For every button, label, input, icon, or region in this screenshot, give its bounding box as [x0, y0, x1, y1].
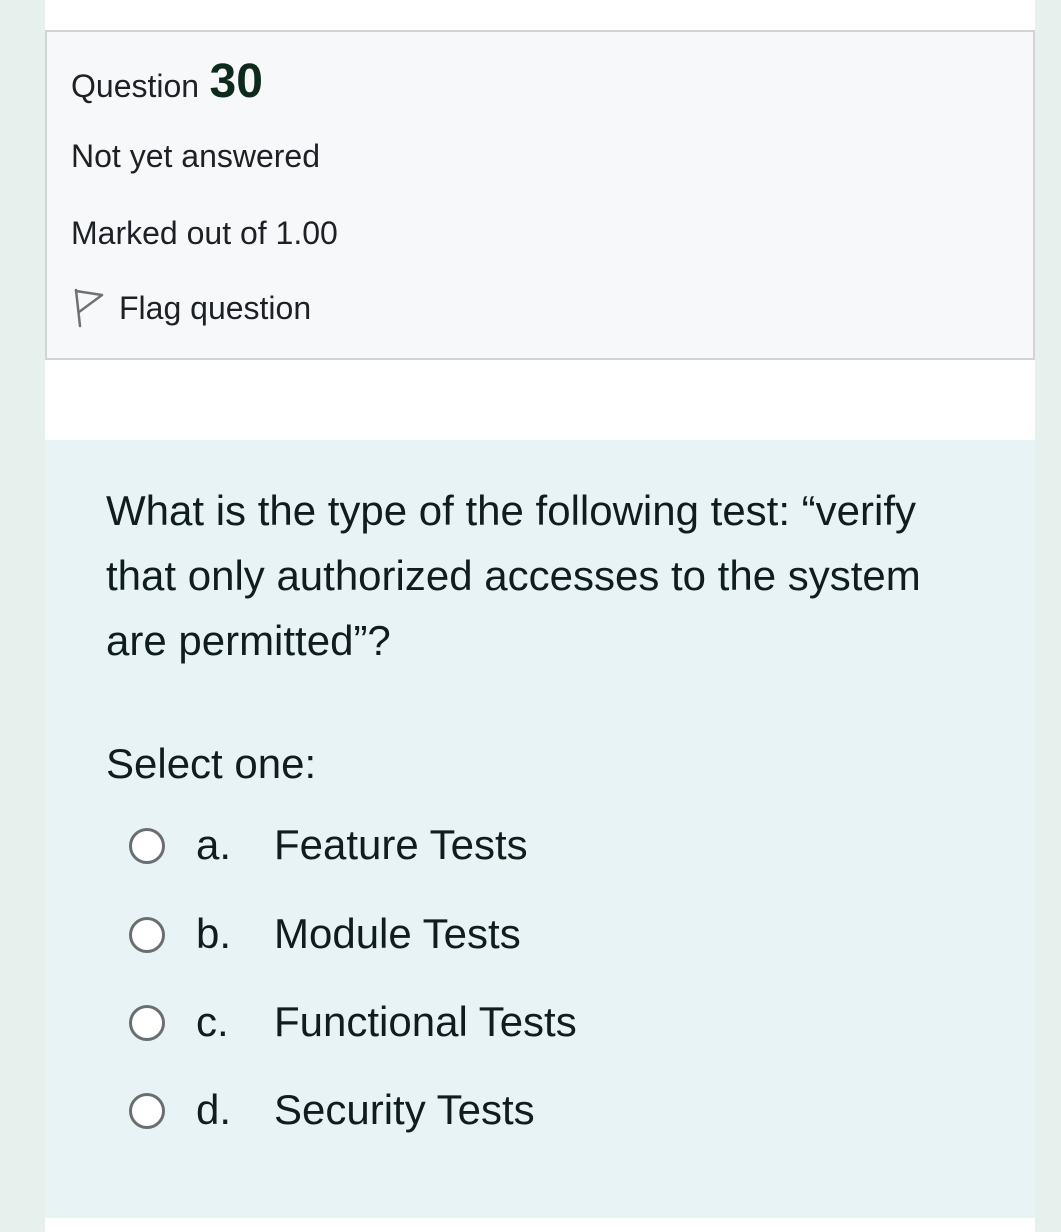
radio-button-a[interactable] — [129, 828, 165, 864]
flag-question-label: Flag question — [119, 289, 312, 326]
answer-letter-a: a. — [196, 821, 232, 868]
question-grade: Marked out of 1.00 — [71, 215, 338, 251]
radio-button-d[interactable] — [129, 1093, 165, 1129]
answer-letter-c: c. — [196, 998, 229, 1045]
select-one-prompt: Select one: — [106, 740, 317, 787]
flag-outline-icon — [71, 288, 105, 328]
answer-letter-b: b. — [196, 910, 232, 957]
question-info-panel: Question 30 Not yet answered Marked out … — [45, 30, 1035, 360]
question-text: What is the type of the following test: … — [106, 487, 921, 664]
question-state: Not yet answered — [71, 138, 321, 174]
answer-text-a[interactable]: Feature Tests — [274, 821, 528, 869]
answer-text-d[interactable]: Security Tests — [274, 1086, 535, 1134]
flag-question-link[interactable]: Flag question — [71, 288, 311, 328]
radio-button-b[interactable] — [129, 917, 165, 953]
answer-option-b[interactable]: b. Module Tests — [129, 910, 521, 957]
answer-letter-d: d. — [196, 1086, 232, 1133]
answer-option-d[interactable]: d. Security Tests — [129, 1086, 535, 1133]
answer-option-c[interactable]: c. Functional Tests — [129, 998, 577, 1045]
question-heading: Question 30 — [71, 54, 263, 109]
question-label: Question — [71, 68, 200, 104]
question-number: 30 — [209, 55, 263, 108]
answer-text-b[interactable]: Module Tests — [274, 910, 521, 958]
radio-button-c[interactable] — [129, 1005, 165, 1041]
answer-option-a[interactable]: a. Feature Tests — [129, 821, 528, 868]
question-content-panel: What is the type of the following test: … — [45, 440, 1035, 1218]
answer-text-c[interactable]: Functional Tests — [274, 998, 577, 1046]
